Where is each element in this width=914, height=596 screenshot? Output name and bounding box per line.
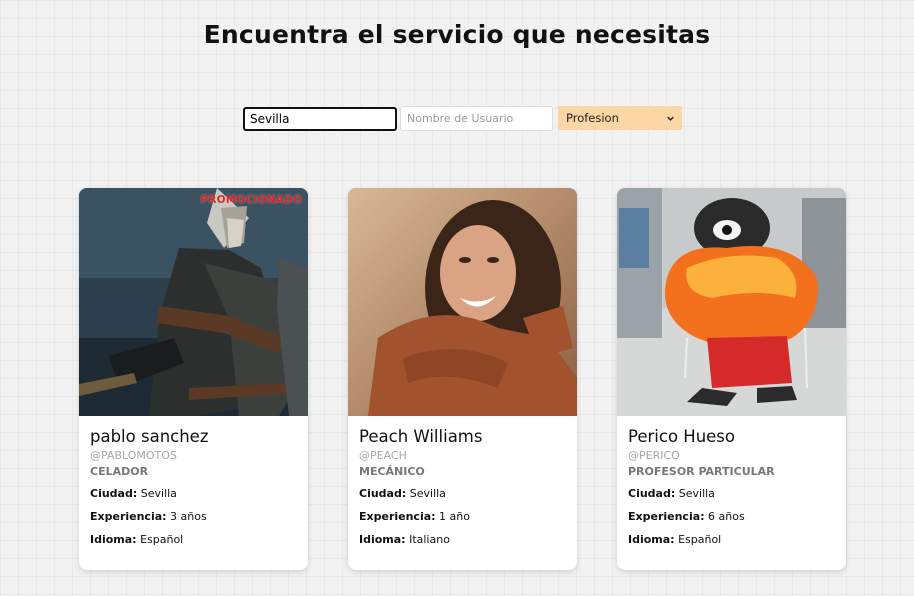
- profile-profession: Profesor particular: [628, 465, 775, 478]
- profile-experience: Experiencia: 6 años: [628, 510, 745, 523]
- profile-language: Idioma: Español: [90, 533, 184, 546]
- profile-name: Peach Williams: [359, 427, 483, 446]
- promoted-badge: PROMOCIONADO: [200, 194, 302, 206]
- profile-card[interactable]: PROMOCIONADO pablo sanchez @pablomotos C…: [79, 188, 308, 570]
- profile-city: Ciudad: Sevilla: [90, 487, 177, 500]
- profile-card[interactable]: Perico Hueso @perico Profesor particular…: [617, 188, 846, 570]
- profile-handle: @perico: [628, 449, 680, 462]
- profile-profession: Celador: [90, 465, 149, 478]
- profile-language: Idioma: Español: [628, 533, 722, 546]
- profile-photo: [348, 188, 577, 416]
- profession-select[interactable]: Profesion: [558, 106, 682, 130]
- username-search-input[interactable]: [400, 106, 553, 131]
- profile-photo: [79, 188, 308, 416]
- profession-select-value: Profesion: [566, 111, 619, 125]
- profile-experience: Experiencia: 3 años: [90, 510, 207, 523]
- profile-name: Perico Hueso: [628, 427, 736, 446]
- profile-profession: Mecánico: [359, 465, 425, 478]
- profile-experience: Experiencia: 1 año: [359, 510, 470, 523]
- profile-city: Ciudad: Sevilla: [359, 487, 446, 500]
- profile-language: Idioma: Italiano: [359, 533, 450, 546]
- profile-photo: [617, 188, 846, 416]
- city-search-input[interactable]: [243, 107, 397, 131]
- profile-city: Ciudad: Sevilla: [628, 487, 715, 500]
- profile-handle: @pablomotos: [90, 449, 177, 462]
- profile-handle: @peach: [359, 449, 407, 462]
- page-title: Encuentra el servicio que necesitas: [203, 20, 711, 49]
- chevron-down-icon: [667, 116, 674, 121]
- profile-card[interactable]: Peach Williams @peach Mecánico Ciudad: S…: [348, 188, 577, 570]
- profile-name: pablo sanchez: [90, 427, 209, 446]
